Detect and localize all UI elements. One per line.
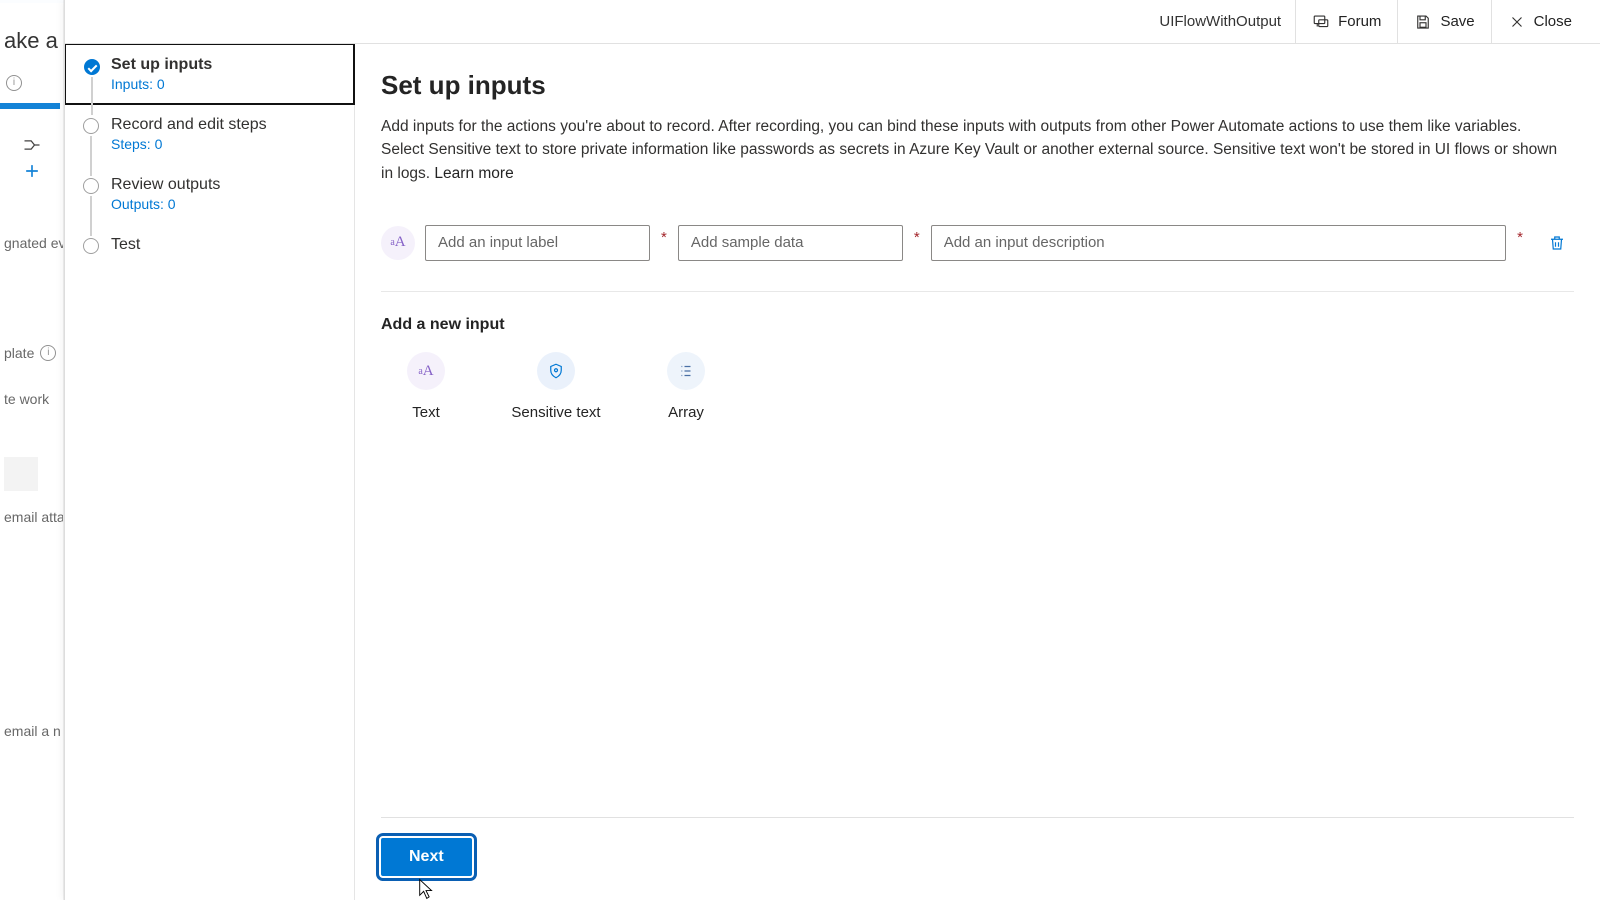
add-text-input[interactable]: Text <box>381 352 471 421</box>
save-button[interactable]: Save <box>1397 0 1490 44</box>
modal-header: UIFlowWithOutput Forum Save Close <box>65 0 1600 44</box>
text-type-icon <box>381 226 415 260</box>
save-icon <box>1414 13 1432 31</box>
input-definition-row: * * * <box>381 225 1574 292</box>
save-label: Save <box>1440 13 1474 30</box>
step-bullet-complete-icon <box>84 59 100 75</box>
add-new-heading: Add a new input <box>381 316 1574 334</box>
input-description-field[interactable] <box>931 225 1506 261</box>
learn-more-link[interactable]: Learn more <box>434 165 513 182</box>
bg-item: email attac <box>0 509 63 525</box>
plus-icon <box>22 161 42 181</box>
bg-search-box <box>4 457 38 491</box>
input-type-picker: Text Sensitive text Array <box>381 352 1574 421</box>
close-button[interactable]: Close <box>1491 0 1588 44</box>
content-pane: Set up inputs Add inputs for the actions… <box>355 44 1600 900</box>
info-icon: i <box>6 75 22 91</box>
bg-item: email a n <box>0 723 63 739</box>
page-description: Add inputs for the actions you're about … <box>381 115 1561 185</box>
type-label: Sensitive text <box>511 404 600 421</box>
step-bullet-icon <box>83 238 99 254</box>
sensitive-icon <box>537 352 575 390</box>
add-array-input[interactable]: Array <box>641 352 731 421</box>
forum-button[interactable]: Forum <box>1295 0 1397 44</box>
input-label-field[interactable] <box>425 225 650 261</box>
trash-icon <box>1548 234 1566 252</box>
bg-item: te work <box>0 391 63 407</box>
step-test[interactable]: Test <box>65 224 354 266</box>
forum-icon <box>1312 13 1330 31</box>
description-text: Add inputs for the actions you're about … <box>381 118 1557 182</box>
step-review-outputs[interactable]: Review outputs Outputs: 0 <box>65 164 354 224</box>
required-asterisk: * <box>1516 229 1524 246</box>
step-record-edit[interactable]: Record and edit steps Steps: 0 <box>65 104 354 164</box>
step-title: Test <box>111 236 338 254</box>
type-label: Array <box>668 404 704 421</box>
close-label: Close <box>1534 13 1572 30</box>
text-icon <box>407 352 445 390</box>
step-bullet-icon <box>83 118 99 134</box>
page-heading: Set up inputs <box>381 70 1574 101</box>
sample-data-field[interactable] <box>678 225 903 261</box>
step-subtitle: Steps: 0 <box>111 136 338 152</box>
step-title: Record and edit steps <box>111 116 338 134</box>
step-bullet-icon <box>83 178 99 194</box>
bg-item: gnated even <box>0 235 63 251</box>
info-icon: i <box>40 345 56 361</box>
delete-input-button[interactable] <box>1540 226 1574 260</box>
step-subtitle: Inputs: 0 <box>111 76 338 92</box>
required-asterisk: * <box>913 229 921 246</box>
add-new-input-section: Add a new input Text Sensitive text <box>381 316 1574 421</box>
type-label: Text <box>412 404 440 421</box>
flow-name: UIFlowWithOutput <box>1159 13 1295 30</box>
array-icon <box>667 352 705 390</box>
step-title: Review outputs <box>111 176 338 194</box>
forum-label: Forum <box>1338 13 1381 30</box>
ui-flow-wizard-modal: UIFlowWithOutput Forum Save Close Set up… <box>64 0 1600 900</box>
wizard-footer: Next <box>381 817 1574 900</box>
flow-icon <box>22 135 42 155</box>
close-icon <box>1508 13 1526 31</box>
background-page: ake a fl i gnated even plate i te work e… <box>0 0 64 900</box>
bg-item: plate <box>4 345 34 361</box>
step-subtitle: Outputs: 0 <box>111 196 338 212</box>
required-asterisk: * <box>660 229 668 246</box>
add-sensitive-text-input[interactable]: Sensitive text <box>511 352 601 421</box>
bg-title-fragment: ake a fl <box>0 28 63 54</box>
bg-accent-bar <box>0 103 60 109</box>
step-title: Set up inputs <box>111 56 338 74</box>
step-set-up-inputs[interactable]: Set up inputs Inputs: 0 <box>65 44 355 105</box>
next-button[interactable]: Next <box>381 838 472 876</box>
wizard-steps: Set up inputs Inputs: 0 Record and edit … <box>65 44 355 900</box>
